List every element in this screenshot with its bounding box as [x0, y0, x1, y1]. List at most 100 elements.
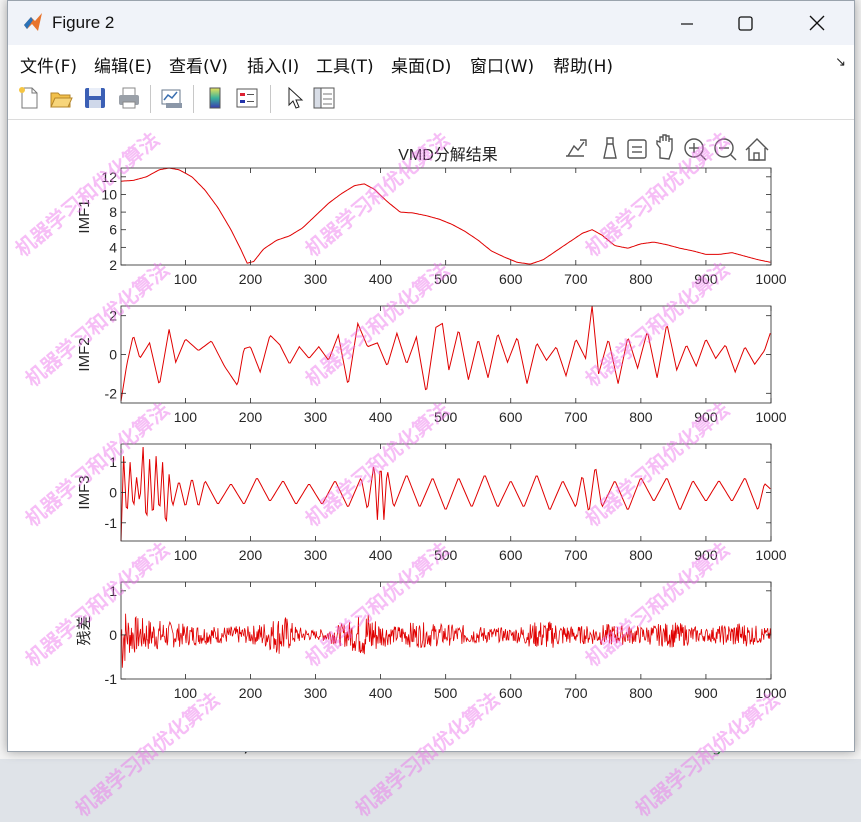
x-tick-label: 800: [629, 547, 653, 563]
title-bar: Figure 2: [8, 1, 854, 45]
y-tick-label: 12: [101, 169, 117, 185]
new-figure-icon[interactable]: [16, 85, 42, 111]
y-tick-label: -1: [105, 671, 118, 687]
x-tick-label: 100: [174, 409, 198, 425]
x-tick-label: 200: [239, 685, 263, 701]
x-tick-label: 600: [499, 685, 523, 701]
y-tick-label: 0: [109, 485, 117, 501]
y-axis-label: IMF1: [76, 199, 93, 233]
zoom-out-icon[interactable]: [714, 138, 737, 161]
zoom-in-icon[interactable]: [684, 138, 707, 161]
save-icon[interactable]: [82, 85, 108, 111]
y-tick-label: 2: [109, 308, 117, 324]
axes-3: 100 200 300 400 500 600 700 800 900 1000 -1 0 1 IMF3: [76, 443, 787, 563]
x-tick-label: 1000: [755, 271, 786, 287]
data-tips-icon[interactable]: [627, 139, 647, 159]
x-tick-label: 900: [694, 547, 718, 563]
menu-desktop[interactable]: 桌面(D): [391, 52, 451, 77]
axes-4: 100 200 300 400 500 600 700 800 900 1000 -1 0 1 残差: [76, 581, 787, 701]
axes-1: 100 200 300 400 500 600 700 800 900 1000 2 46 8 1012 I…: [76, 167, 787, 287]
signal-line: [120, 305, 771, 402]
brush-icon[interactable]: [603, 137, 617, 159]
axes-toolbar: [566, 134, 769, 161]
matlab-logo-icon: [24, 13, 42, 31]
figure-toolbar: [8, 79, 854, 120]
axes-frame: [120, 443, 772, 542]
x-tick-label: 200: [239, 547, 263, 563]
axes-frame: [120, 167, 772, 266]
figure-title: VMD分解结果: [398, 146, 498, 164]
figure-window: Figure 2 文件(F) 编辑(E) 查看(V) 插入(I) 工具(T) 桌…: [7, 0, 855, 821]
axes-frame: [120, 581, 772, 680]
toolbar-separator: [270, 85, 271, 113]
x-tick-label: 1000: [755, 409, 786, 425]
x-tick-label: 900: [694, 271, 718, 287]
window-title: Figure 2: [52, 13, 115, 32]
y-tick-label: 0: [109, 347, 117, 363]
home-icon[interactable]: [745, 138, 769, 161]
y-tick-label: -1: [105, 515, 118, 531]
toolbar-separator: [150, 85, 151, 113]
x-tick-label: 800: [629, 685, 653, 701]
x-tick-label: 500: [434, 547, 458, 563]
plot-area: VMD分解结果 100 200 300 400 500 600 700 800 900 10002…: [76, 134, 787, 701]
x-tick-label: 100: [174, 547, 198, 563]
menu-view[interactable]: 查看(V): [169, 52, 228, 77]
maximize-button[interactable]: [730, 9, 760, 37]
x-tick-label: 1000: [755, 685, 786, 701]
x-tick-label: 1000: [755, 547, 786, 563]
y-tick-label: 1: [109, 454, 117, 470]
x-tick-label: 700: [564, 685, 588, 701]
x-tick-label: 900: [694, 409, 718, 425]
signal-line: [120, 446, 771, 542]
close-button[interactable]: [802, 9, 832, 37]
insert-colorbar-icon[interactable]: [202, 85, 228, 111]
y-axis-label: IMF3: [76, 475, 93, 509]
print-icon[interactable]: [116, 85, 142, 111]
figure-canvas: VMD分解结果 100 200 300 400 500 600 700 800 900 1000 2…: [8, 120, 854, 821]
x-tick-label: 600: [499, 547, 523, 563]
x-tick-label: 400: [369, 271, 393, 287]
pointer-icon[interactable]: [281, 85, 307, 111]
x-tick-label: 300: [304, 547, 328, 563]
y-tick-label: -2: [105, 385, 118, 401]
insert-legend-icon[interactable]: [234, 85, 260, 111]
menu-help[interactable]: 帮助(H): [553, 52, 613, 77]
x-tick-label: 100: [174, 685, 198, 701]
toolbar-separator: [193, 85, 194, 113]
x-tick-label: 700: [564, 271, 588, 287]
menu-insert[interactable]: 插入(I): [247, 52, 299, 77]
menu-window[interactable]: 窗口(W): [470, 52, 534, 77]
x-tick-label: 500: [434, 685, 458, 701]
signal-line: [120, 167, 771, 265]
menu-tools[interactable]: 工具(T): [316, 52, 374, 77]
x-tick-label: 600: [499, 409, 523, 425]
x-tick-label: 800: [629, 271, 653, 287]
x-tick-label: 700: [564, 547, 588, 563]
property-inspector-icon[interactable]: [311, 85, 337, 111]
signal-line: [120, 613, 772, 668]
y-tick-label: 4: [109, 239, 117, 255]
export-icon[interactable]: [566, 139, 587, 157]
x-tick-label: 500: [434, 271, 458, 287]
link-plot-icon[interactable]: [159, 85, 185, 111]
pan-icon[interactable]: [656, 134, 673, 160]
x-tick-label: 900: [694, 685, 718, 701]
y-axis-label: IMF2: [76, 337, 93, 371]
x-tick-label: 600: [499, 271, 523, 287]
x-tick-label: 400: [369, 547, 393, 563]
menu-file[interactable]: 文件(F): [20, 52, 77, 77]
x-tick-label: 700: [564, 409, 588, 425]
minimize-button[interactable]: [672, 9, 702, 37]
open-file-icon[interactable]: [48, 85, 74, 111]
x-tick-label: 800: [629, 409, 653, 425]
menu-edit[interactable]: 编辑(E): [94, 52, 152, 77]
x-tick-label: 300: [304, 271, 328, 287]
y-tick-label: 0: [109, 627, 117, 643]
menu-dock-arrow-icon[interactable]: ↘: [835, 55, 846, 70]
x-tick-label: 100: [174, 271, 198, 287]
axes-2: 100 200 300 400 500 600 700 800 900 1000 -2 0 2 IMF2: [76, 305, 787, 425]
y-tick-label: 1: [109, 583, 117, 599]
x-tick-label: 200: [239, 409, 263, 425]
y-tick-label: 10: [101, 186, 117, 202]
